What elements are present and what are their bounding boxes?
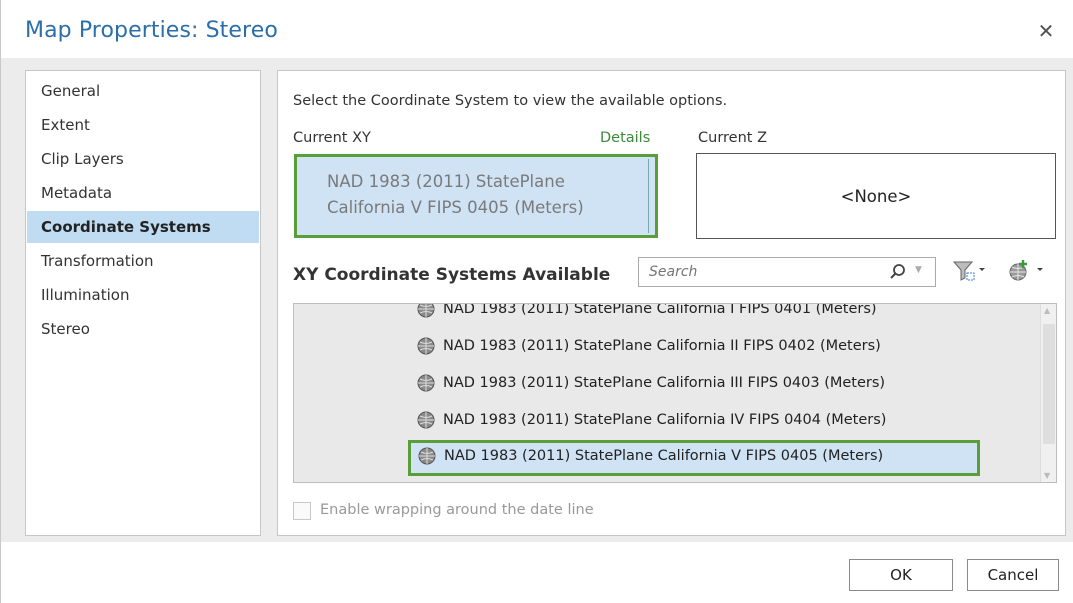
globe-icon bbox=[417, 304, 435, 318]
list-scrollbar[interactable]: ▲ ▼ bbox=[1040, 304, 1056, 482]
wrap-date-line-label: Enable wrapping around the date line bbox=[320, 502, 594, 518]
available-systems-title: XY Coordinate Systems Available bbox=[293, 265, 611, 285]
list-item-selected[interactable]: NAD 1983 (2011) StatePlane California V … bbox=[408, 440, 980, 476]
scroll-down-icon[interactable]: ▼ bbox=[1044, 471, 1050, 480]
list-item-label: NAD 1983 (2011) StatePlane California II… bbox=[443, 338, 881, 354]
wrap-date-line-checkbox[interactable] bbox=[293, 502, 311, 520]
list-item-label: NAD 1983 (2011) StatePlane California I … bbox=[443, 303, 877, 317]
close-button[interactable]: ✕ bbox=[1033, 18, 1059, 44]
current-xy-value: NAD 1983 (2011) StatePlane California V … bbox=[294, 154, 658, 238]
current-xy-line-1: NAD 1983 (2011) StatePlane bbox=[327, 172, 565, 191]
box-edge bbox=[648, 159, 649, 233]
search-field[interactable]: ▼ bbox=[638, 257, 936, 287]
scroll-up-icon[interactable]: ▲ bbox=[1044, 306, 1050, 315]
nav-item-illumination[interactable]: Illumination bbox=[27, 279, 259, 311]
globe-icon bbox=[418, 447, 436, 465]
add-globe-icon bbox=[1009, 260, 1043, 281]
search-icon[interactable] bbox=[887, 261, 909, 283]
current-z-label: Current Z bbox=[698, 130, 768, 146]
globe-icon bbox=[417, 411, 435, 429]
nav-item-metadata[interactable]: Metadata bbox=[27, 177, 259, 209]
instruction-text: Select the Coordinate System to view the… bbox=[293, 93, 728, 109]
current-z-value: <None> bbox=[696, 153, 1056, 239]
add-coordinate-system-button[interactable] bbox=[1004, 257, 1050, 285]
nav-item-transformation[interactable]: Transformation bbox=[27, 245, 259, 277]
list-item-label: NAD 1983 (2011) StatePlane California V … bbox=[444, 448, 884, 464]
scroll-thumb[interactable] bbox=[1043, 324, 1055, 444]
nav-item-general[interactable]: General bbox=[27, 75, 259, 107]
search-options-chevron-icon[interactable]: ▼ bbox=[915, 265, 922, 275]
nav-item-coordinate-systems[interactable]: Coordinate Systems bbox=[27, 211, 259, 243]
close-icon: ✕ bbox=[1037, 19, 1055, 43]
map-properties-dialog: Map Properties: Stereo ✕ General Extent … bbox=[0, 0, 1073, 603]
current-xy-label: Current XY bbox=[293, 130, 371, 146]
globe-icon bbox=[417, 374, 435, 392]
details-link[interactable]: Details bbox=[600, 130, 650, 146]
filter-icon bbox=[952, 261, 985, 281]
list-item-label: NAD 1983 (2011) StatePlane California II… bbox=[443, 375, 886, 391]
list-item[interactable]: NAD 1983 (2011) StatePlane California II… bbox=[416, 331, 881, 361]
coordinate-systems-list[interactable]: NAD 1983 (2011) StatePlane California I … bbox=[293, 303, 1057, 483]
nav-item-clip-layers[interactable]: Clip Layers bbox=[27, 143, 259, 175]
search-input[interactable] bbox=[647, 262, 867, 282]
current-xy-line-2: California V FIPS 0405 (Meters) bbox=[327, 198, 584, 217]
globe-icon bbox=[417, 337, 435, 355]
filter-button[interactable] bbox=[950, 257, 990, 285]
ok-button[interactable]: OK bbox=[849, 559, 953, 591]
properties-nav: General Extent Clip Layers Metadata Coor… bbox=[25, 70, 261, 536]
dialog-title: Map Properties: Stereo bbox=[25, 18, 278, 43]
nav-item-stereo[interactable]: Stereo bbox=[27, 313, 259, 345]
list-item[interactable]: NAD 1983 (2011) StatePlane California IV… bbox=[416, 405, 886, 435]
list-item[interactable]: NAD 1983 (2011) StatePlane California II… bbox=[416, 368, 885, 398]
nav-item-extent[interactable]: Extent bbox=[27, 109, 259, 141]
list-item-label: NAD 1983 (2011) StatePlane California IV… bbox=[443, 412, 887, 428]
cancel-button[interactable]: Cancel bbox=[967, 559, 1059, 591]
coordinate-systems-panel: Select the Coordinate System to view the… bbox=[277, 70, 1066, 536]
list-item[interactable]: NAD 1983 (2011) StatePlane California I … bbox=[416, 303, 877, 324]
